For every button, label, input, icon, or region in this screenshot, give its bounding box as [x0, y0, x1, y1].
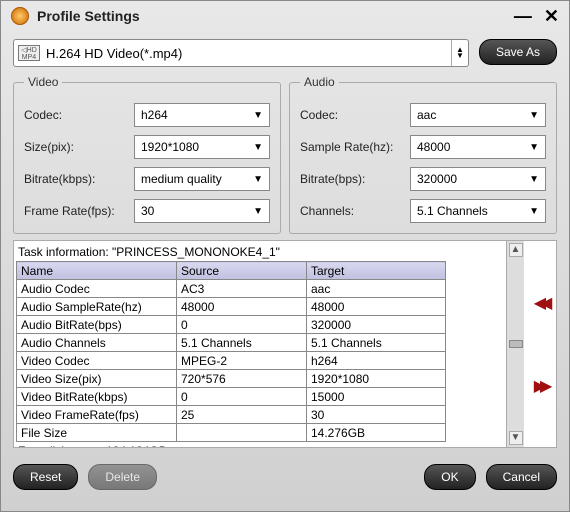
cell-name: Video BitRate(kbps): [17, 388, 177, 406]
table-row: File Size 14.276GB: [17, 424, 446, 442]
cell-name: Audio BitRate(bps): [17, 316, 177, 334]
cell-target: aac: [307, 280, 446, 298]
format-badge-icon: ◁HDMP4: [18, 45, 40, 61]
free-disk-space: Free disk space:134.124GB: [16, 442, 504, 447]
chevron-down-icon: ▼: [253, 206, 263, 217]
cell-source: 25: [177, 406, 307, 424]
chevron-down-icon: ▼: [529, 142, 539, 153]
cell-name: Video Codec: [17, 352, 177, 370]
video-size-label: Size(pix):: [24, 140, 134, 154]
ok-button[interactable]: OK: [424, 464, 475, 490]
table-row: Audio CodecAC3aac: [17, 280, 446, 298]
chevron-down-icon: ▼: [253, 142, 263, 153]
table-row: Video BitRate(kbps)015000: [17, 388, 446, 406]
chevron-down-icon: ▼: [529, 110, 539, 121]
chevron-down-icon: ▼: [529, 174, 539, 185]
audio-group: Audio Codec:aac▼ Sample Rate(hz):48000▼ …: [289, 75, 557, 234]
cell-target: 48000: [307, 298, 446, 316]
cancel-button[interactable]: Cancel: [486, 464, 557, 490]
cell-name: Video Size(pix): [17, 370, 177, 388]
cell-target: 30: [307, 406, 446, 424]
table-row: Audio BitRate(bps)0320000: [17, 316, 446, 334]
scroll-down-icon[interactable]: ▼: [509, 431, 523, 445]
table-row: Video FrameRate(fps)2530: [17, 406, 446, 424]
table-row: Video CodecMPEG-2h264: [17, 352, 446, 370]
cell-target: 320000: [307, 316, 446, 334]
cell-source: [177, 424, 307, 442]
video-group: Video Codec:h264▼ Size(pix):1920*1080▼ B…: [13, 75, 281, 234]
col-source: Source: [177, 262, 307, 280]
audio-channels-label: Channels:: [300, 204, 410, 218]
scroll-thumb[interactable]: [509, 340, 523, 348]
profile-name: H.264 HD Video(*.mp4): [46, 46, 451, 61]
scroll-up-icon[interactable]: ▲: [509, 243, 523, 257]
cell-target: 1920*1080: [307, 370, 446, 388]
window-title: Profile Settings: [37, 8, 502, 24]
audio-samplerate-select[interactable]: 48000▼: [410, 135, 546, 159]
video-size-select[interactable]: 1920*1080▼: [134, 135, 270, 159]
close-button[interactable]: ✕: [544, 6, 559, 27]
titlebar: Profile Settings — ✕: [1, 1, 569, 31]
cell-name: Audio Codec: [17, 280, 177, 298]
cell-source: 0: [177, 316, 307, 334]
video-bitrate-select[interactable]: medium quality▼: [134, 167, 270, 191]
cell-source: MPEG-2: [177, 352, 307, 370]
video-legend: Video: [24, 75, 62, 89]
audio-samplerate-label: Sample Rate(hz):: [300, 140, 410, 154]
cell-target: 14.276GB: [307, 424, 446, 442]
video-framerate-label: Frame Rate(fps):: [24, 204, 134, 218]
cell-source: 720*576: [177, 370, 307, 388]
task-table: Name Source Target Audio CodecAC3aacAudi…: [16, 261, 446, 442]
cell-target: h264: [307, 352, 446, 370]
task-info-title: Task information: "PRINCESS_MONONOKE4_1": [16, 243, 504, 261]
next-button[interactable]: ▶▶: [534, 376, 547, 396]
table-row: Audio SampleRate(hz)4800048000: [17, 298, 446, 316]
minimize-button[interactable]: —: [514, 6, 532, 27]
audio-codec-select[interactable]: aac▼: [410, 103, 546, 127]
cell-source: AC3: [177, 280, 307, 298]
video-codec-select[interactable]: h264▼: [134, 103, 270, 127]
video-bitrate-label: Bitrate(kbps):: [24, 172, 134, 186]
chevron-down-icon: ▼: [529, 206, 539, 217]
audio-bitrate-select[interactable]: 320000▼: [410, 167, 546, 191]
prev-button[interactable]: ◀◀: [534, 293, 547, 313]
cell-source: 48000: [177, 298, 307, 316]
delete-button[interactable]: Delete: [88, 464, 157, 490]
audio-codec-label: Codec:: [300, 108, 410, 122]
table-row: Audio Channels5.1 Channels5.1 Channels: [17, 334, 446, 352]
cell-source: 5.1 Channels: [177, 334, 307, 352]
video-framerate-select[interactable]: 30▼: [134, 199, 270, 223]
chevron-down-icon: ▼: [253, 174, 263, 185]
col-name: Name: [17, 262, 177, 280]
chevron-down-icon: ▼: [253, 110, 263, 121]
chevron-down-icon: ▼: [456, 53, 464, 59]
profile-stepper[interactable]: ▲▼: [451, 40, 464, 66]
cell-name: Video FrameRate(fps): [17, 406, 177, 424]
video-codec-label: Codec:: [24, 108, 134, 122]
audio-bitrate-label: Bitrate(bps):: [300, 172, 410, 186]
cell-name: Audio Channels: [17, 334, 177, 352]
col-target: Target: [307, 262, 446, 280]
table-row: Video Size(pix)720*5761920*1080: [17, 370, 446, 388]
cell-target: 5.1 Channels: [307, 334, 446, 352]
app-icon: [11, 7, 29, 25]
audio-channels-select[interactable]: 5.1 Channels▼: [410, 199, 546, 223]
cell-name: File Size: [17, 424, 177, 442]
reset-button[interactable]: Reset: [13, 464, 78, 490]
save-as-button[interactable]: Save As: [479, 39, 557, 65]
cell-target: 15000: [307, 388, 446, 406]
profile-select[interactable]: ◁HDMP4 H.264 HD Video(*.mp4) ▲▼: [13, 39, 469, 67]
task-info-panel: Task information: "PRINCESS_MONONOKE4_1"…: [13, 240, 557, 448]
vertical-scrollbar[interactable]: ▲ ▼: [506, 241, 524, 447]
cell-name: Audio SampleRate(hz): [17, 298, 177, 316]
cell-source: 0: [177, 388, 307, 406]
audio-legend: Audio: [300, 75, 339, 89]
